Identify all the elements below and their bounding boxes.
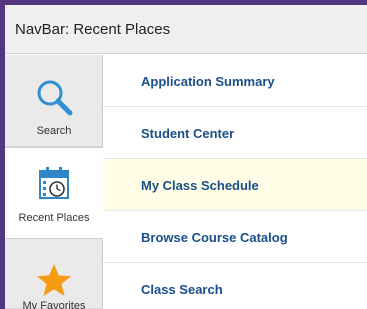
list-item-browse-course-catalog[interactable]: Browse Course Catalog	[103, 211, 367, 263]
list-item-application-summary[interactable]: Application Summary	[103, 55, 367, 107]
list-item-label: Class Search	[141, 282, 223, 297]
rail-item-search[interactable]: Search	[5, 55, 103, 147]
rail-item-label: Recent Places	[18, 212, 90, 224]
search-icon	[33, 77, 75, 124]
rail-item-my-favorites[interactable]: My Favorites	[5, 239, 103, 309]
star-icon	[36, 263, 72, 302]
navbar-title: NavBar: Recent Places	[15, 21, 171, 38]
navbar-rail: Search Recent Places My Favorites	[5, 55, 103, 309]
rail-item-label: My Favorites	[22, 300, 86, 309]
list-item-student-center[interactable]: Student Center	[103, 107, 367, 159]
calendar-clock-icon	[38, 166, 70, 205]
rail-item-recent-places[interactable]: Recent Places	[5, 147, 103, 239]
list-item-label: Browse Course Catalog	[141, 230, 288, 245]
list-item-label: Application Summary	[141, 74, 275, 89]
navbar-header: NavBar: Recent Places	[5, 5, 367, 54]
navbar-panel: NavBar: Recent Places Search Recent Plac…	[0, 0, 367, 309]
list-item-my-class-schedule[interactable]: My Class Schedule	[103, 159, 367, 211]
list-item-label: Student Center	[141, 126, 235, 141]
rail-item-label: Search	[36, 125, 72, 137]
recent-places-list: Application Summary Student Center My Cl…	[103, 55, 367, 309]
list-item-class-search[interactable]: Class Search	[103, 263, 367, 309]
list-item-label: My Class Schedule	[141, 178, 259, 193]
